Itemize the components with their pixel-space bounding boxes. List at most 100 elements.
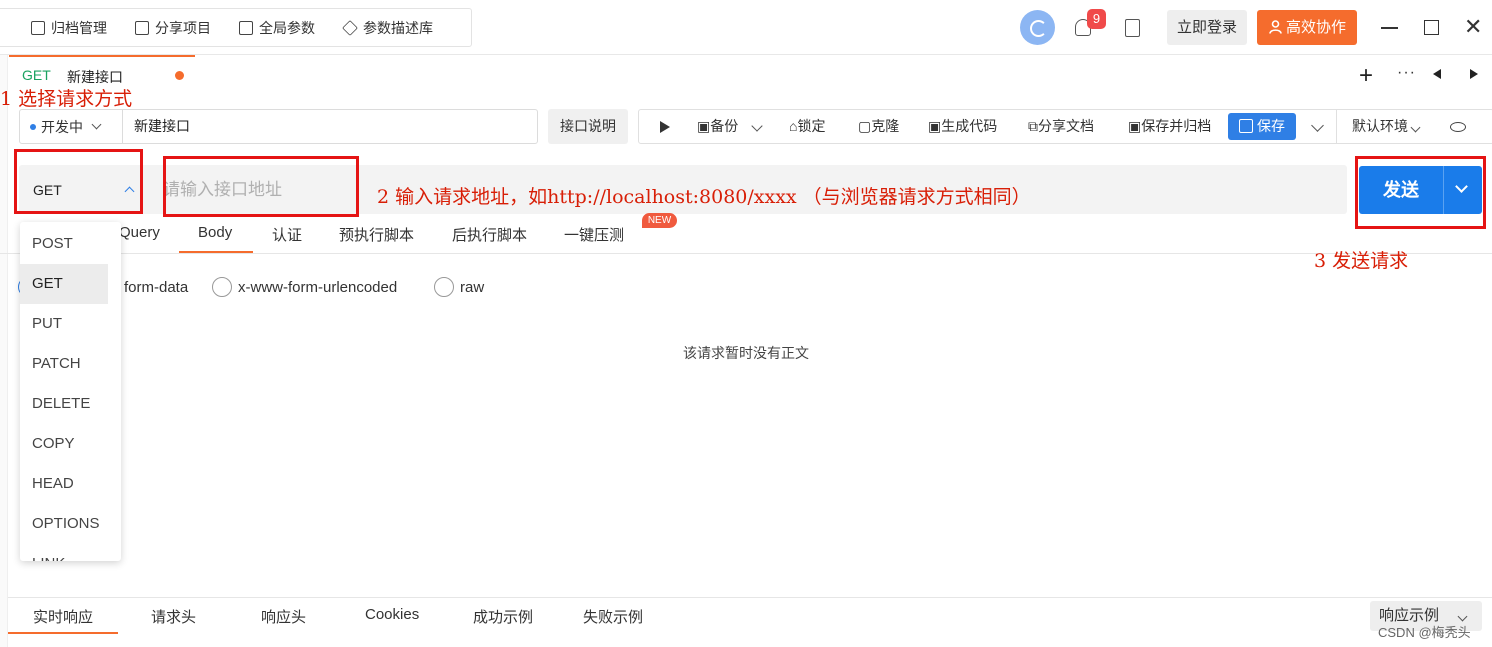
share-doc-button[interactable]: ⧉分享文档: [1028, 110, 1094, 143]
cube-icon: [342, 19, 358, 36]
save-archive-label: 保存并归档: [1141, 118, 1212, 134]
gen-code-button[interactable]: ▣生成代码: [928, 110, 997, 143]
chevron-down-icon[interactable]: [1311, 119, 1324, 132]
top-action-group: 归档管理 分享项目 全局参数 参数描述库: [0, 8, 472, 47]
chevron-down-icon: [91, 119, 102, 130]
chevron-down-icon: [1410, 122, 1421, 133]
method-option-put[interactable]: PUT: [20, 304, 121, 344]
tab-method: GET: [22, 67, 51, 83]
play-icon[interactable]: [660, 121, 670, 133]
method-option-link[interactable]: LINK: [20, 544, 121, 561]
params-icon: [239, 20, 253, 35]
close-icon[interactable]: ✕: [1464, 16, 1482, 38]
method-option-head[interactable]: HEAD: [20, 464, 121, 504]
left-edge-strip: [0, 55, 8, 647]
tab-fail-example[interactable]: 失败示例: [583, 606, 643, 627]
add-tab-icon[interactable]: +: [1359, 62, 1373, 90]
tab-pre-script[interactable]: 预执行脚本: [339, 224, 414, 245]
tab-post-script[interactable]: 后执行脚本: [452, 224, 527, 245]
highlight-url: [163, 156, 359, 217]
tab-body[interactable]: Body: [198, 224, 232, 241]
save-button[interactable]: 保存: [1228, 113, 1296, 140]
minimize-icon[interactable]: [1381, 27, 1398, 29]
divider: [0, 253, 1492, 254]
prev-tab-icon[interactable]: [1433, 69, 1441, 79]
status-label: 开发中: [41, 118, 83, 135]
clone-label: 克隆: [871, 118, 900, 134]
radio-raw[interactable]: [434, 277, 454, 297]
disk-icon: [1239, 119, 1253, 133]
archive-label: 归档管理: [51, 19, 107, 36]
api-name-input[interactable]: 新建接口: [122, 109, 538, 144]
tab-response-headers[interactable]: 响应头: [261, 606, 306, 627]
more-icon[interactable]: ···: [1397, 64, 1416, 82]
active-tab-underline: [8, 632, 118, 634]
param-library-label: 参数描述库: [363, 19, 433, 36]
method-option-copy[interactable]: COPY: [20, 424, 121, 464]
radio-urlencoded[interactable]: [212, 277, 232, 297]
highlight-method: [14, 149, 143, 214]
gen-code-label: 生成代码: [941, 118, 998, 134]
backup-button[interactable]: ▣备份: [697, 110, 738, 143]
tab-live-response[interactable]: 实时响应: [33, 606, 93, 627]
eye-icon[interactable]: [1450, 122, 1466, 132]
watermark: CSDN @梅秃头: [1378, 625, 1471, 640]
sync-icon[interactable]: [1020, 10, 1055, 45]
param-library-button[interactable]: 参数描述库: [342, 18, 433, 38]
share-icon: [135, 20, 149, 35]
next-tab-icon[interactable]: [1470, 69, 1478, 79]
save-label: 保存: [1257, 118, 1285, 134]
highlight-send: [1355, 156, 1486, 229]
archive-icon: [31, 20, 45, 35]
tab-cookies[interactable]: Cookies: [365, 606, 419, 623]
annotation-step3: 3 发送请求: [1314, 250, 1409, 272]
api-action-bar: ▣备份 ⌂锁定 ▢克隆 ▣生成代码 ⧉分享文档 ▣保存并归档 保存 默认环境: [638, 109, 1492, 144]
divider: [8, 597, 1492, 598]
login-button[interactable]: 立即登录: [1167, 10, 1247, 45]
tab-request-headers[interactable]: 请求头: [151, 606, 196, 627]
unsaved-dot: [175, 71, 184, 80]
env-select[interactable]: 默认环境: [1352, 110, 1421, 143]
empty-body-text: 该请求暂时没有正文: [683, 345, 809, 361]
clone-button[interactable]: ▢克隆: [858, 110, 899, 143]
method-option-options[interactable]: OPTIONS: [20, 504, 121, 544]
tab-success-example[interactable]: 成功示例: [473, 606, 533, 627]
person-icon: [1269, 20, 1282, 34]
status-dot: [30, 123, 36, 130]
env-label: 默认环境: [1352, 118, 1408, 134]
radio-raw-label[interactable]: raw: [460, 279, 484, 296]
divider: [1336, 110, 1337, 143]
method-option-post[interactable]: POST: [20, 224, 121, 264]
method-option-delete[interactable]: DELETE: [20, 384, 121, 424]
maximize-icon[interactable]: [1424, 20, 1439, 35]
notes-icon[interactable]: [1125, 19, 1140, 37]
share-project-button[interactable]: 分享项目: [135, 18, 211, 38]
global-params-button[interactable]: 全局参数: [239, 18, 315, 38]
share-doc-label: 分享文档: [1038, 118, 1094, 134]
new-badge: NEW: [642, 213, 677, 228]
tab-auth[interactable]: 认证: [272, 224, 302, 245]
annotation-step2: 2 输入请求地址，如http://localhost:8080/xxxx （与浏…: [377, 186, 1031, 208]
global-params-label: 全局参数: [259, 19, 315, 36]
radio-form-data-label[interactable]: form-data: [124, 279, 188, 296]
collab-button[interactable]: 高效协作: [1257, 10, 1357, 45]
backup-label: 备份: [710, 118, 739, 134]
save-archive-button[interactable]: ▣保存并归档: [1128, 110, 1211, 143]
status-select[interactable]: 开发中: [19, 109, 123, 144]
annotation-step1: 1 选择请求方式: [0, 88, 133, 110]
archive-button[interactable]: 归档管理: [31, 18, 107, 38]
lock-button[interactable]: ⌂锁定: [789, 110, 825, 143]
method-option-get[interactable]: GET: [20, 264, 108, 304]
method-option-patch[interactable]: PATCH: [20, 344, 121, 384]
chevron-down-icon: [1457, 611, 1468, 622]
share-project-label: 分享项目: [155, 19, 211, 36]
radio-urlencoded-label[interactable]: x-www-form-urlencoded: [238, 279, 397, 296]
notification-badge: 9: [1087, 9, 1106, 29]
tab-stress-test[interactable]: 一键压测: [564, 224, 624, 245]
method-dropdown: POST GET PUT PATCH DELETE COPY HEAD OPTI…: [20, 222, 121, 561]
lock-label: 锁定: [797, 118, 826, 134]
api-desc-button[interactable]: 接口说明: [548, 109, 628, 144]
tab-query[interactable]: Query: [119, 224, 160, 241]
collab-label: 高效协作: [1286, 19, 1347, 36]
chevron-down-icon[interactable]: [751, 120, 763, 132]
